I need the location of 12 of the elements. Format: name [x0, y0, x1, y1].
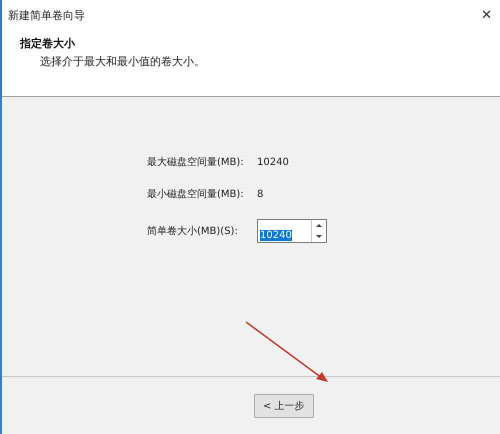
- field-label: 最大磁盘空间量(MB):: [147, 156, 245, 169]
- size-spinbox[interactable]: 10240: [257, 219, 327, 243]
- window-title: 新建简单卷向导: [8, 8, 85, 22]
- size-value: 10240: [260, 230, 292, 241]
- field-value: 8: [257, 188, 264, 200]
- field-value: 10240: [257, 156, 290, 168]
- field-label: 最小磁盘空间量(MB):: [147, 188, 245, 201]
- page-heading: 指定卷大小: [20, 36, 76, 51]
- back-button[interactable]: < 上一步: [254, 394, 314, 418]
- field-label: 简单卷大小(MB)(S):: [147, 224, 239, 238]
- page-description: 选择介于最大和最小值的卷大小。: [39, 54, 206, 69]
- close-icon[interactable]: ✕: [481, 8, 492, 22]
